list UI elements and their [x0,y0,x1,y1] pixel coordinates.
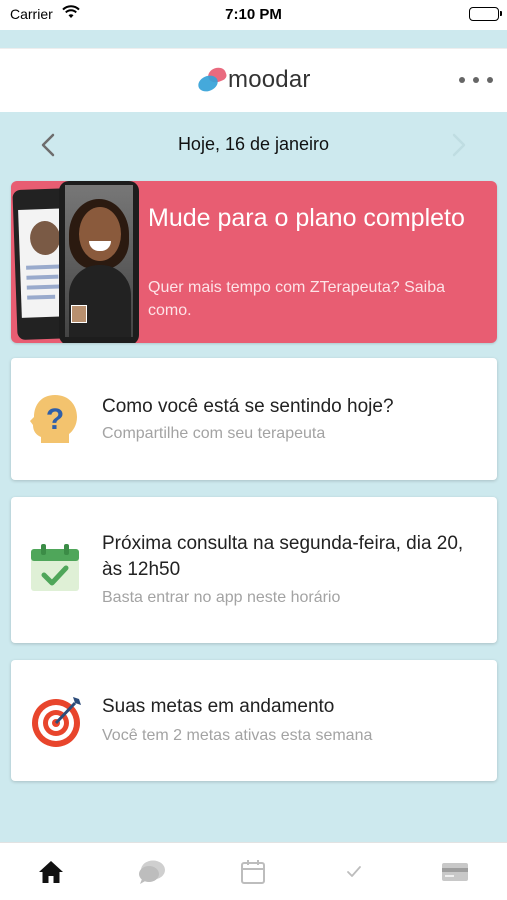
target-icon [29,693,85,754]
chevron-right-icon [452,133,466,157]
tab-chat[interactable] [101,843,202,900]
card-title: Próxima consulta na segunda-feira, dia 2… [102,533,464,580]
tab-calendar[interactable] [202,843,303,900]
more-options-icon[interactable] [459,73,493,87]
goals-card[interactable]: Suas metas em andamento Você tem 2 metas… [11,660,497,781]
tab-bar [0,842,507,900]
phone-video-call-illustration [59,181,139,343]
next-appointment-card[interactable]: Próxima consulta na segunda-feira, dia 2… [11,497,497,643]
status-bar: Carrier 7:10 PM [0,0,507,30]
date-navigation: Hoje, 16 de janeiro [0,125,507,165]
logo-mark-icon [196,65,228,94]
card-icon [441,863,468,881]
mood-checkin-card[interactable]: ? Como você está se sentindo hoje? Compa… [11,358,497,480]
card-subtitle: Basta entrar no app neste horário [102,589,341,606]
tab-home[interactable] [0,843,101,900]
next-day-button[interactable] [443,129,473,161]
promo-subtitle: Quer mais tempo com ZTerapeuta? Saiba co… [148,279,446,319]
upgrade-plan-banner[interactable]: Mude para o plano completo Quer mais tem… [11,181,497,343]
moodar-logo: moodar [196,65,311,94]
calendar-icon [240,860,265,884]
home-icon [38,861,63,883]
clock: 7:10 PM [225,6,282,23]
checkmark-icon [346,866,361,877]
tab-payment[interactable] [404,843,505,900]
battery-icon [469,7,502,21]
promo-title: Mude para o plano completo [148,204,465,232]
current-date: Hoje, 16 de janeiro [177,134,330,154]
card-subtitle: Você tem 2 metas ativas esta semana [102,727,373,744]
app-header: moodar [0,48,507,112]
chat-icon [138,860,165,884]
svg-text:?: ? [46,403,64,436]
card-subtitle: Compartilhe com seu terapeuta [102,425,326,442]
tab-goals[interactable] [303,843,404,900]
logo-text: moodar [228,66,311,93]
card-title: Suas metas em andamento [102,696,335,717]
question-head-icon: ? [29,391,81,452]
card-title: Como você está se sentindo hoje? [102,396,394,417]
calendar-check-icon [29,543,81,600]
